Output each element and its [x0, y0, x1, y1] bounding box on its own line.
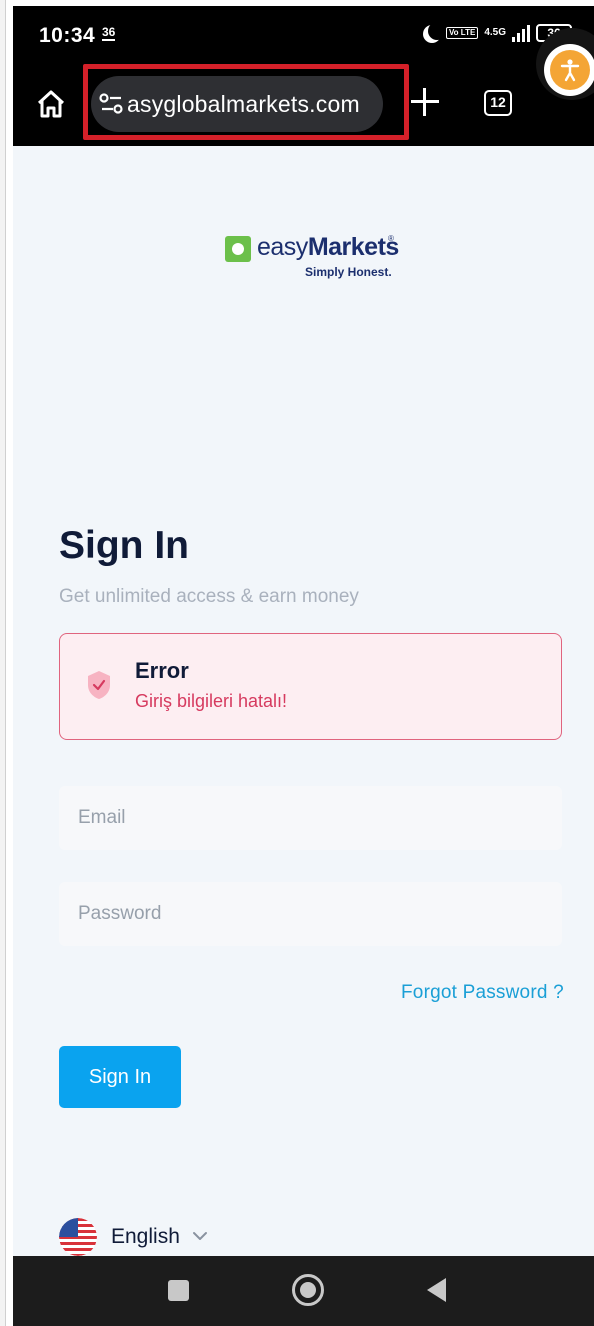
url-text[interactable]: asyglobalmarkets.com: [127, 91, 360, 118]
home-nav-icon[interactable]: [292, 1274, 324, 1306]
forgot-password-link[interactable]: Forgot Password ?: [401, 982, 564, 1004]
logo-registered-mark: ®: [388, 234, 394, 243]
site-settings-icon[interactable]: [99, 92, 125, 116]
logo-mark-icon: [225, 236, 251, 262]
phone-screen: 10:34 36 Vo LTE 4.5G 36 asyglobalmarkets…: [13, 6, 594, 1326]
volte-icon: Vo LTE: [445, 27, 479, 39]
password-field[interactable]: [59, 882, 562, 946]
error-title: Error: [135, 658, 189, 683]
status-notification-indicator: 36: [102, 25, 116, 41]
us-flag-icon: [59, 1218, 97, 1256]
page-content: easyMarkets ® Simply Honest. Sign In Get…: [13, 146, 594, 1256]
page-title: Sign In: [59, 524, 189, 567]
navigation-bar: [13, 1256, 594, 1326]
address-bar[interactable]: asyglobalmarkets.com: [91, 76, 383, 132]
status-time: 10:34: [39, 24, 96, 47]
status-bar: 10:34 36 Vo LTE 4.5G 36: [13, 6, 594, 64]
home-icon[interactable]: [31, 84, 71, 124]
signal-strength-icon: [512, 24, 530, 42]
logo-wordmark: easyMarkets: [257, 233, 399, 261]
tab-switcher-button[interactable]: 12: [484, 90, 512, 116]
page-subtitle: Get unlimited access & earn money: [59, 586, 359, 607]
new-tab-icon[interactable]: [411, 88, 439, 116]
error-alert: Error Giriş bilgileri hatalı!: [59, 633, 562, 740]
accessibility-icon[interactable]: [559, 58, 581, 82]
do-not-disturb-icon: [428, 22, 446, 40]
screen-frame-edge: [0, 0, 6, 1326]
sign-in-button[interactable]: Sign In: [59, 1046, 181, 1108]
recent-apps-icon[interactable]: [168, 1280, 189, 1301]
logo-tagline: Simply Honest.: [305, 265, 392, 279]
language-selector[interactable]: English: [59, 1216, 219, 1256]
error-message: Giriş bilgileri hatalı!: [135, 691, 288, 711]
language-label[interactable]: English: [111, 1225, 180, 1249]
network-type: 4.5G: [484, 27, 506, 38]
email-field[interactable]: [59, 786, 562, 850]
shield-check-icon: [88, 671, 110, 699]
easymarkets-logo[interactable]: easyMarkets ® Simply Honest.: [225, 233, 405, 284]
back-icon[interactable]: [427, 1278, 446, 1302]
browser-toolbar: asyglobalmarkets.com 12: [13, 64, 594, 146]
chevron-down-icon[interactable]: [192, 1230, 208, 1242]
